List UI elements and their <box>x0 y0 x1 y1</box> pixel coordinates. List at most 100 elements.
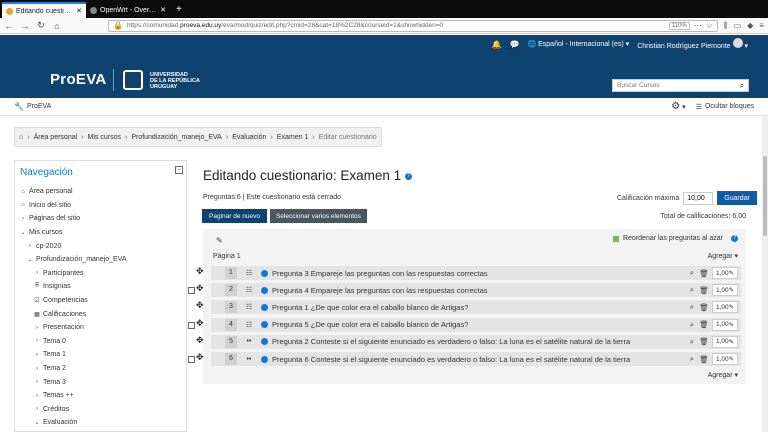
search-icon[interactable]: ⌕ <box>736 81 748 91</box>
delete-icon[interactable]: 🗑 <box>698 355 710 364</box>
menu-icon[interactable]: ≡ <box>759 21 764 30</box>
sidebar-item[interactable]: ⌂ Área personal <box>15 185 186 199</box>
more-icon[interactable]: ⋯ <box>694 21 702 30</box>
search-input[interactable] <box>613 80 736 91</box>
question-text[interactable]: Pregunta 5 ¿De que color era el caballo … <box>272 320 686 329</box>
sidebar-item[interactable]: › Tema 1 <box>15 348 186 362</box>
preview-icon[interactable]: ⌕ <box>686 337 698 347</box>
question-text[interactable]: Pregunta 3 Empareje las preguntas con la… <box>272 269 686 278</box>
bookmark-icon[interactable]: ☆ <box>706 21 713 30</box>
question-text[interactable]: Pregunta 2 Conteste si el siguiente enun… <box>272 337 686 346</box>
sidebar-item[interactable]: ⌂ Inicio del sitio <box>15 199 186 213</box>
bell-icon[interactable]: 🔔 <box>492 40 502 49</box>
help-icon[interactable]: ? <box>405 172 413 180</box>
add-menu[interactable]: Agregar ▾ <box>708 252 738 260</box>
delete-icon[interactable]: 🗑 <box>698 320 710 329</box>
question-grade[interactable]: 1,00 ✎ <box>712 353 738 365</box>
sidebar-item[interactable]: › Páginas del sitio <box>15 212 186 226</box>
language-menu[interactable]: 🌐 Español - Internacional (es) ▾ <box>527 40 629 48</box>
shuffle-toggle[interactable]: Reordenar las preguntas al azar ? <box>612 235 738 242</box>
pencil-icon[interactable]: ✎ <box>729 303 734 311</box>
breadcrumb-item[interactable]: Área personal <box>34 134 78 141</box>
home-icon[interactable]: ⌂ <box>19 134 23 141</box>
zoom-level[interactable]: 110% <box>668 21 690 30</box>
sidebar-item[interactable]: ⌄ Profundización_manejo_EVA <box>15 253 186 267</box>
hide-blocks-button[interactable]: ☰ Ocultar bloques <box>696 103 754 111</box>
pencil-icon[interactable]: ✎ <box>729 321 734 329</box>
home-icon[interactable]: ⌂ <box>52 21 62 31</box>
gear-icon[interactable]: ⚙ <box>671 101 680 112</box>
save-button[interactable]: Guardar <box>717 191 757 205</box>
pencil-icon[interactable]: ✎ <box>729 269 734 277</box>
reload-icon[interactable]: ↻ <box>36 20 46 31</box>
extension-icon[interactable]: ◆ <box>747 21 753 30</box>
pencil-icon[interactable]: ✎ <box>729 338 734 346</box>
question-grade[interactable]: 1,00 ✎ <box>712 267 738 279</box>
breadcrumb-item[interactable]: Mis cursos <box>88 134 121 141</box>
preview-icon[interactable]: ⌕ <box>686 268 698 278</box>
proeva-logo[interactable]: ProEVA <box>50 71 107 88</box>
delete-icon[interactable]: 🗑 <box>698 269 710 278</box>
breadcrumb-item[interactable]: Profundización_manejo_EVA <box>131 134 222 141</box>
sidebar-item[interactable]: ⌄ Evaluación <box>15 416 186 430</box>
question-grade[interactable]: 1,00 ✎ <box>712 318 738 331</box>
breadcrumb-item[interactable]: Examen 1 <box>277 134 309 141</box>
sidebar-icon[interactable]: ▭ <box>734 21 742 30</box>
question-text[interactable]: Pregunta 1 ¿De que color era el caballo … <box>272 303 686 312</box>
scrollbar-thumb[interactable] <box>763 156 767 236</box>
pencil-icon[interactable]: ✎ <box>729 355 734 363</box>
move-icon[interactable]: ✥ <box>196 318 204 329</box>
site-link[interactable]: ProEVA <box>27 103 51 110</box>
question-text[interactable]: Pregunta 4 Empareje las preguntas con la… <box>272 286 686 295</box>
collapse-icon[interactable]: − <box>175 166 183 174</box>
page-break-icon[interactable] <box>188 356 195 363</box>
browser-tab-active[interactable]: Editando cuestionario: E ✕ <box>2 2 86 18</box>
browser-tab[interactable]: OpenWrt - Overview - L ✕ <box>86 2 170 18</box>
sidebar-item[interactable]: › cp-2020 <box>15 239 186 253</box>
delete-icon[interactable]: 🗑 <box>698 303 710 312</box>
sidebar-item[interactable]: ⌄ Mis cursos <box>15 226 186 240</box>
delete-icon[interactable]: 🗑 <box>698 286 710 295</box>
move-icon[interactable]: ✥ <box>196 300 204 311</box>
sidebar-item[interactable]: › Créditos <box>15 403 186 417</box>
sidebar-item[interactable]: › Tema 3 <box>15 375 186 389</box>
edit-heading-icon[interactable]: ✎ <box>216 236 223 245</box>
move-icon[interactable]: ✥ <box>196 335 204 346</box>
preview-icon[interactable]: ⌕ <box>686 354 698 364</box>
question-grade[interactable]: 1,00 ✎ <box>712 301 738 314</box>
page-break-icon[interactable] <box>188 287 195 295</box>
move-icon[interactable]: ✥ <box>196 352 204 363</box>
close-icon[interactable]: ✕ <box>160 6 166 14</box>
sidebar-item[interactable]: › Participantes <box>15 267 186 281</box>
sidebar-item[interactable]: ☑ Competencias <box>15 294 186 308</box>
move-icon[interactable]: ✥ <box>196 283 204 294</box>
breadcrumb-item[interactable]: Evaluación <box>232 134 266 141</box>
add-menu-bottom[interactable]: Agregar ▾ <box>708 371 738 379</box>
checkbox[interactable] <box>612 235 619 242</box>
sidebar-item[interactable]: ▦ Calificaciones <box>15 307 186 321</box>
close-icon[interactable]: ✕ <box>76 7 82 15</box>
delete-icon[interactable]: 🗑 <box>698 337 710 346</box>
url-bar[interactable]: 🔒 https://comunidad.proeva.edu.uy/eva/mo… <box>108 19 718 32</box>
sidebar-item[interactable]: › Tema 2 <box>15 362 186 376</box>
forward-icon[interactable]: → <box>20 21 30 31</box>
select-multiple-button[interactable]: Seleccionar varios elementos <box>269 209 367 223</box>
question-text[interactable]: Pregunta 6 Conteste si el siguiente enun… <box>272 355 686 364</box>
move-icon[interactable]: ✥ <box>196 266 204 277</box>
sidebar-item[interactable]: › Presentación <box>15 321 186 335</box>
sidebar-item[interactable]: ⛨ Insignias <box>15 280 186 294</box>
new-tab-button[interactable]: + <box>170 2 188 18</box>
user-menu[interactable]: Christian Rodríguez Piemonte ▾ <box>637 38 748 50</box>
library-icon[interactable]: ⫼ <box>724 21 728 31</box>
help-icon[interactable]: ? <box>731 235 738 242</box>
sidebar-item[interactable]: › Temas ++ <box>15 389 186 403</box>
pencil-icon[interactable]: ✎ <box>729 286 734 294</box>
question-grade[interactable]: 1,00 ✎ <box>712 335 738 348</box>
back-icon[interactable]: ← <box>4 21 14 31</box>
sidebar-item[interactable]: › Tema 0 <box>15 335 186 349</box>
preview-icon[interactable]: ⌕ <box>686 320 698 330</box>
chat-icon[interactable]: 💬 <box>509 40 519 49</box>
repaginate-button[interactable]: Paginar de nuevo <box>202 209 267 223</box>
preview-icon[interactable]: ⌕ <box>686 302 698 312</box>
question-grade[interactable]: 1,00 ✎ <box>712 284 738 297</box>
